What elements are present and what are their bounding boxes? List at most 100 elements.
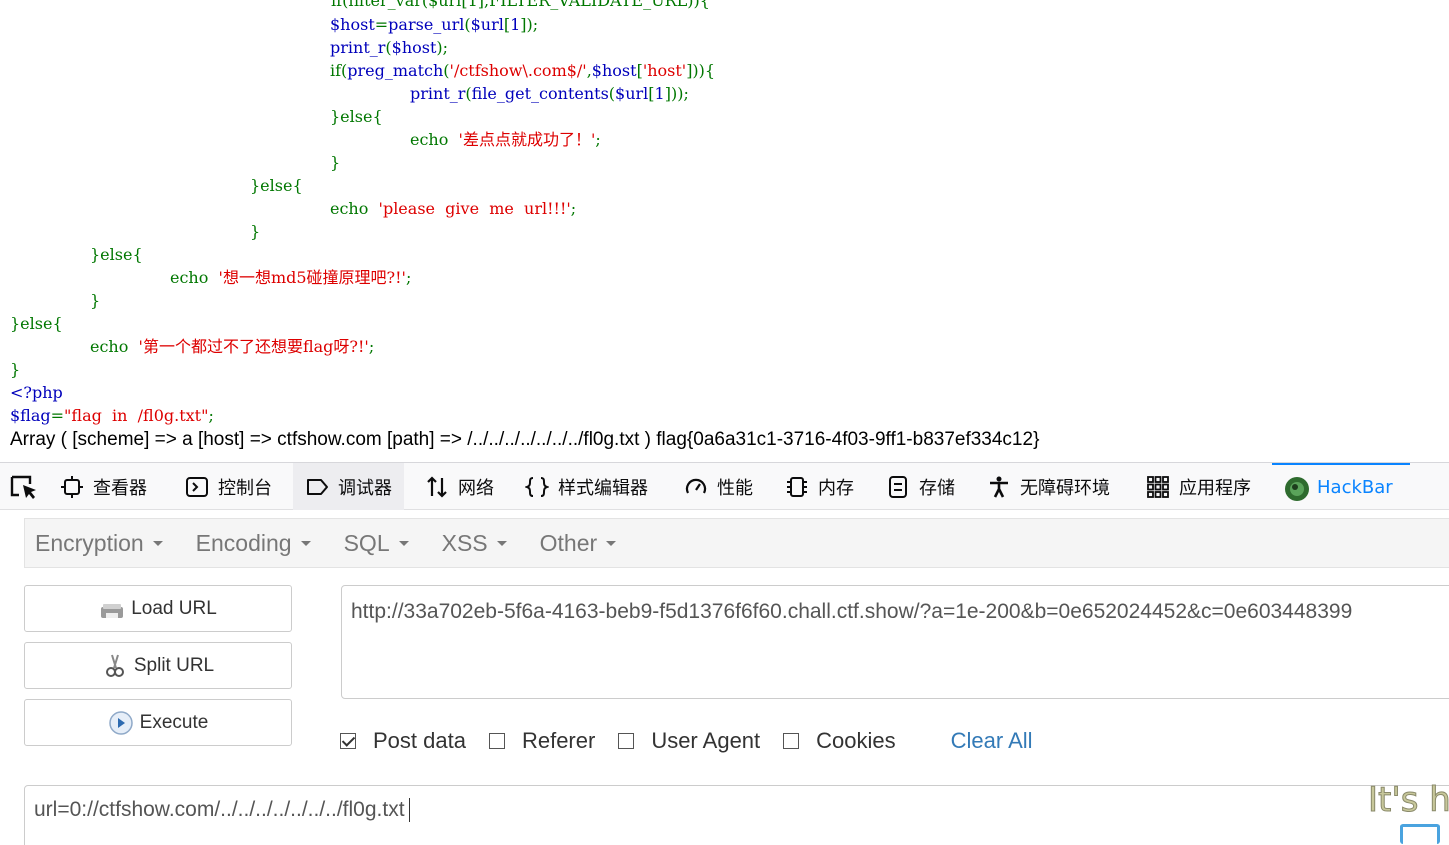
request-options: Post data Referer User Agent Cookies Cle… — [340, 725, 1033, 757]
tab-network[interactable]: 网络 — [425, 463, 494, 510]
tab-accessibility[interactable]: 无障碍环境 — [987, 463, 1110, 510]
tab-storage[interactable]: 存储 — [886, 463, 955, 510]
code-token: echo — [330, 199, 379, 218]
execute-button[interactable]: Execute — [24, 699, 292, 746]
code-token: ); — [436, 38, 449, 57]
menu-sql[interactable]: SQL — [344, 530, 409, 557]
code-token: $url — [615, 84, 649, 103]
debugger-icon — [305, 475, 329, 499]
url-input[interactable]: http://33a702eb-5f6a-4163-beb9-f5d1376f6… — [341, 585, 1449, 699]
element-picker-icon[interactable] — [8, 473, 44, 501]
tab-label: 控制台 — [218, 477, 272, 499]
tab-hackbar[interactable]: HackBar — [1272, 463, 1410, 510]
tab-inspector[interactable]: 查看器 — [60, 463, 147, 510]
code-token: ])); — [664, 84, 689, 103]
caret-down-icon — [496, 540, 507, 546]
code-line: }else{ — [330, 105, 383, 128]
menu-encryption[interactable]: Encryption — [35, 530, 163, 557]
code-token: if( — [330, 61, 348, 80]
code-token: }else{ — [330, 107, 383, 126]
code-line: if(preg_match('/ctfshow\.com$/',$host['h… — [330, 59, 715, 82]
code-token: ])){ — [686, 61, 716, 80]
code-token: } — [10, 360, 21, 379]
clear-all-link[interactable]: Clear All — [951, 728, 1033, 754]
code-line: print_r(file_get_contents($url[1])); — [410, 82, 689, 105]
code-token: '差点点就成功了！' — [458, 130, 596, 149]
tab-label: HackBar — [1317, 477, 1393, 498]
code-token: file_get_contents — [471, 84, 609, 103]
script-output: Array ( [scheme] => a [host] => ctfshow.… — [10, 429, 1040, 450]
code-line: } — [10, 358, 20, 381]
code-token: ; — [570, 199, 577, 218]
menu-xss[interactable]: XSS — [442, 530, 507, 557]
code-token: ; — [595, 130, 601, 149]
code-line: echo '第一个都过不了还想要flag呀?!'; — [90, 335, 374, 358]
code-token: } — [330, 153, 341, 172]
tab-memory[interactable]: 内存 — [785, 463, 854, 510]
code-token: = — [50, 406, 65, 425]
menu-encoding[interactable]: Encoding — [196, 530, 311, 557]
caret-down-icon — [398, 540, 409, 546]
code-line: }else{ — [10, 312, 63, 335]
code-line: echo '差点点就成功了！'; — [410, 128, 601, 151]
overlay-widget-icon — [1400, 824, 1440, 844]
code-token: 1 — [654, 84, 665, 103]
code-token: } — [250, 222, 261, 241]
storage-icon — [886, 475, 910, 499]
caret-down-icon — [300, 540, 311, 546]
tab-style-editor[interactable]: 样式编辑器 — [523, 463, 648, 510]
tab-label: 无障碍环境 — [1020, 477, 1110, 499]
memory-icon — [785, 475, 809, 499]
cookies-option[interactable]: Cookies — [783, 728, 896, 754]
tab-label: 查看器 — [93, 477, 147, 499]
tab-application[interactable]: 应用程序 — [1146, 463, 1251, 510]
code-line: }else{ — [90, 243, 143, 266]
tab-console[interactable]: 控制台 — [185, 463, 272, 510]
code-line: } — [250, 220, 260, 243]
user-agent-option[interactable]: User Agent — [618, 728, 760, 754]
code-line: $host=parse_url($url[1]); — [330, 13, 538, 36]
code-token: $url — [470, 15, 504, 34]
tab-label: 网络 — [458, 477, 494, 499]
post-data-option[interactable]: Post data — [340, 728, 466, 754]
hackbar-icon — [1284, 476, 1309, 501]
code-token: print_r — [330, 38, 386, 57]
cookies-checkbox[interactable] — [783, 733, 800, 749]
code-token: 'host' — [642, 61, 687, 80]
code-token: $host — [591, 61, 637, 80]
load-url-button[interactable]: Load URL — [24, 585, 292, 632]
inspector-icon — [60, 475, 84, 499]
performance-icon — [684, 475, 708, 499]
accessibility-icon — [987, 475, 1011, 499]
tab-debugger[interactable]: 调试器 — [293, 463, 404, 510]
code-token: echo — [410, 130, 459, 149]
tab-label: 性能 — [717, 477, 753, 499]
code-token: echo — [170, 268, 219, 287]
style-editor-icon — [523, 475, 551, 499]
post-data-input[interactable]: url=0://ctfshow.com/../../../../../../..… — [24, 785, 1449, 845]
code-token: "flag in /fl0g.txt" — [64, 406, 209, 425]
code-token: }else{ — [90, 245, 143, 264]
code-token: }else{ — [10, 314, 63, 333]
referer-option[interactable]: Referer — [488, 728, 595, 754]
code-line: } — [90, 289, 100, 312]
menu-other[interactable]: Other — [540, 530, 617, 557]
code-token: parse_url — [388, 15, 465, 34]
devtools-toolbar: 查看器 控制台 调试器 网络 样式编辑器 性能 内存 存储 无障碍环境 应用程序… — [0, 462, 1449, 510]
code-token: if(filter_var($url[1],FILTER_VALIDATE_UR… — [270, 0, 710, 10]
text-cursor — [408, 798, 410, 823]
user-agent-checkbox[interactable] — [618, 733, 635, 749]
code-token: }else{ — [250, 176, 303, 195]
post-data-checkbox[interactable] — [340, 733, 356, 749]
code-token: preg_match — [347, 61, 444, 80]
code-line: if(filter_var($url[1],FILTER_VALIDATE_UR… — [270, 0, 710, 12]
tab-performance[interactable]: 性能 — [684, 463, 753, 510]
split-url-button[interactable]: Split URL — [24, 642, 292, 689]
code-token: <?php — [10, 383, 63, 402]
load-url-icon — [99, 596, 125, 622]
code-line: <?php — [10, 381, 63, 404]
scissors-icon — [102, 653, 128, 679]
code-token: $host — [391, 38, 437, 57]
referer-checkbox[interactable] — [488, 733, 505, 749]
play-icon — [108, 710, 134, 736]
